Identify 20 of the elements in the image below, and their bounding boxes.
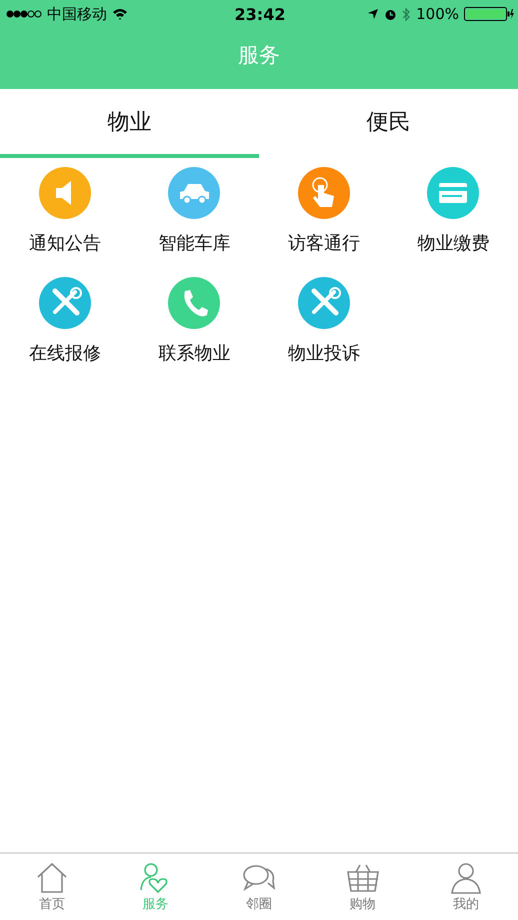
alarm-icon <box>384 8 398 20</box>
bluetooth-icon <box>402 6 412 22</box>
page-title: 服务 <box>237 42 281 68</box>
service-item[interactable]: 在线报修 <box>0 277 130 365</box>
carrier-name: 中国移动 <box>47 4 107 24</box>
location-icon <box>367 8 380 20</box>
basket-icon <box>346 862 380 894</box>
service-item[interactable]: 物业缴费 <box>388 167 518 255</box>
service-item[interactable]: 通知公告 <box>0 167 130 255</box>
service-item[interactable]: 访客通行 <box>259 167 388 255</box>
battery-icon <box>464 7 514 21</box>
status-time: 23:42 <box>234 4 286 24</box>
person-icon <box>449 862 484 894</box>
service-item[interactable]: 联系物业 <box>130 277 259 365</box>
wifi-icon <box>112 8 128 20</box>
service-item[interactable]: 智能车库 <box>130 167 259 255</box>
service-item[interactable]: 物业投诉 <box>259 277 388 365</box>
battery-percent: 100% <box>416 5 459 23</box>
signal-icon <box>6 10 42 18</box>
home-icon <box>34 862 69 894</box>
